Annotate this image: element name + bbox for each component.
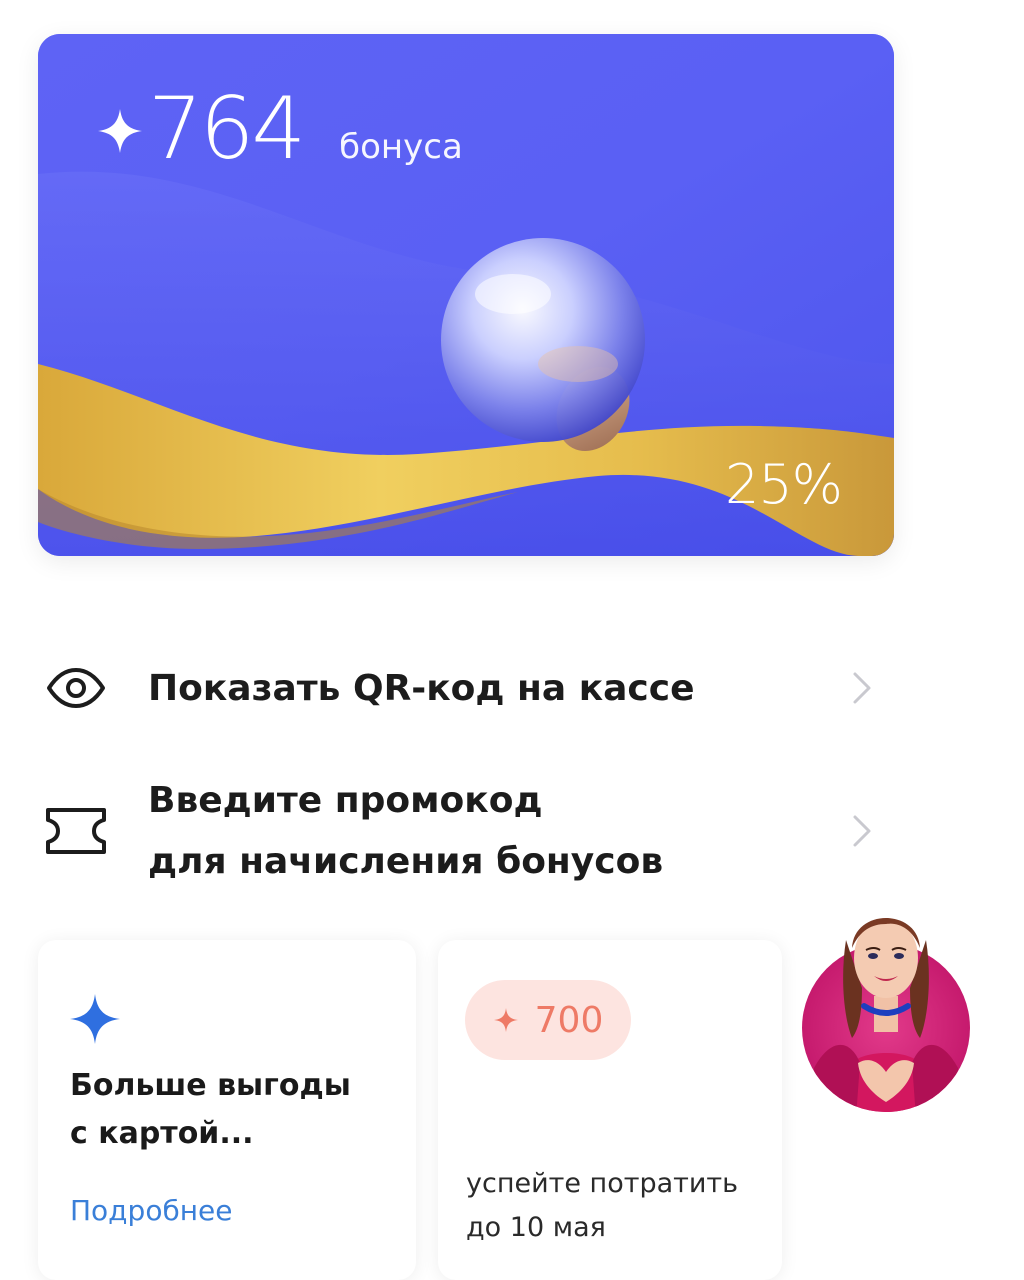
bonus-unit-label: бонуса [339, 127, 463, 167]
expiring-amount: 700 [534, 999, 604, 1041]
eye-icon [38, 668, 114, 708]
sparkle-icon [493, 1008, 518, 1032]
benefits-tile[interactable]: Больше выгоды с картой... Подробнее [38, 940, 416, 1280]
assistant-avatar[interactable] [800, 888, 972, 1114]
show-qr-button[interactable]: Показать QR-код на кассе [38, 656, 894, 720]
ticket-icon [38, 806, 114, 856]
expiring-note-line1: успейте потратить [466, 1168, 739, 1199]
expiring-note-line2: до 10 мая [466, 1212, 606, 1243]
benefits-title: Больше выгоды с картой... [70, 1062, 390, 1158]
sparkle-icon [70, 994, 120, 1044]
expiring-amount-badge: 700 [465, 980, 631, 1060]
expiring-bonuses-tile[interactable]: 700 успейте потратить до 10 мая [438, 940, 782, 1280]
benefits-title-line2: с картой... [70, 1116, 254, 1151]
promo-label-line1: Введите промокод [148, 780, 543, 821]
cashback-percent: 25% [724, 453, 843, 516]
show-qr-label: Показать QR-код на кассе [148, 667, 695, 709]
bonus-amount: 764 [148, 79, 306, 179]
benefits-title-line1: Больше выгоды [70, 1068, 351, 1103]
sparkle-icon [98, 109, 142, 153]
expiring-note: успейте потратить до 10 мая [466, 1162, 766, 1250]
chevron-right-icon [842, 814, 882, 848]
bonus-balance: 764 бонуса [96, 86, 463, 172]
chevron-right-icon [842, 671, 882, 705]
bonus-card[interactable]: 764 бонуса 25% [38, 34, 894, 556]
more-details-link[interactable]: Подробнее [70, 1194, 232, 1227]
promo-label-line2: для начисления бонусов [148, 841, 664, 882]
enter-promo-code-button[interactable]: Введите промокод для начисления бонусов [38, 776, 894, 886]
